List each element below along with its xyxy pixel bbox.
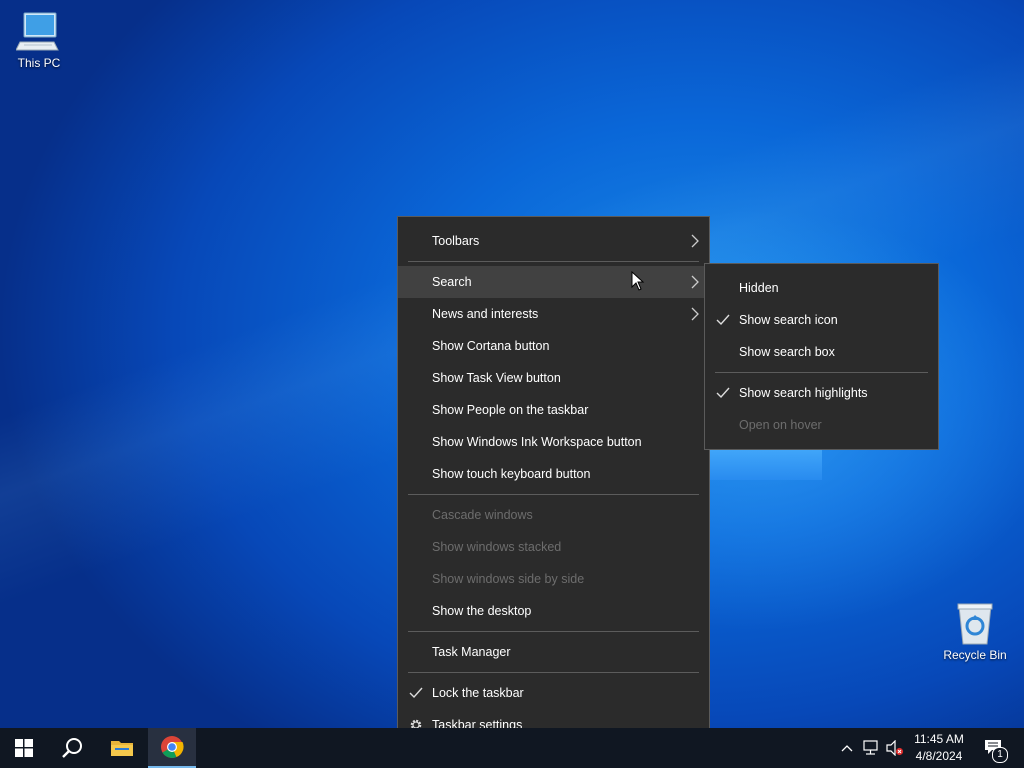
chevron-right-icon <box>691 307 699 321</box>
menu-item-label: Show search box <box>739 345 835 359</box>
menu-item-label: Task Manager <box>432 645 511 659</box>
menu-item-label: Show search icon <box>739 313 838 327</box>
menu-separator <box>715 372 928 373</box>
menu-item-label: Show the desktop <box>432 604 532 618</box>
checkmark-icon <box>716 387 730 399</box>
menu-item-label: Show touch keyboard button <box>432 467 591 481</box>
network-icon[interactable] <box>862 740 880 756</box>
menu-item-label: Show search highlights <box>739 386 868 400</box>
chrome-button[interactable] <box>148 728 196 768</box>
menu-item-search[interactable]: Search <box>398 266 709 298</box>
submenu-item-open-on-hover: Open on hover <box>705 409 938 441</box>
search-icon <box>62 738 82 758</box>
menu-item-task-manager[interactable]: Task Manager <box>398 636 709 668</box>
desktop-icon-label: Recycle Bin <box>943 648 1007 662</box>
menu-item-show-people[interactable]: Show People on the taskbar <box>398 394 709 426</box>
file-explorer-icon <box>111 741 133 756</box>
menu-item-label: Toolbars <box>432 234 480 248</box>
start-button[interactable] <box>0 728 48 768</box>
menu-separator <box>408 631 699 632</box>
windows-start-icon <box>15 739 33 757</box>
menu-item-show-windows-stacked: Show windows stacked <box>398 531 709 563</box>
menu-item-label: Show People on the taskbar <box>432 403 589 417</box>
computer-icon <box>16 12 59 51</box>
menu-item-label: Open on hover <box>739 418 822 432</box>
action-center-button[interactable]: 1 <box>978 728 1018 768</box>
menu-separator <box>408 494 699 495</box>
menu-item-show-the-desktop[interactable]: Show the desktop <box>398 595 709 627</box>
menu-separator <box>408 261 699 262</box>
notification-count: 1 <box>997 749 1003 760</box>
menu-item-show-windows-ink[interactable]: Show Windows Ink Workspace button <box>398 426 709 458</box>
search-button[interactable] <box>48 728 96 768</box>
taskbar: 11:45 AM 4/8/2024 1 <box>0 728 1024 768</box>
checkmark-icon <box>409 687 423 699</box>
menu-item-show-cortana-button[interactable]: Show Cortana button <box>398 330 709 362</box>
menu-item-label: Show Cortana button <box>432 339 550 353</box>
search-submenu: Hidden Show search icon Show search box … <box>704 263 939 450</box>
speaker-muted-icon[interactable] <box>886 740 904 756</box>
checkmark-icon <box>716 314 730 326</box>
desktop-icon-this-pc[interactable]: This PC <box>4 10 74 70</box>
clock-date: 4/8/2024 <box>915 749 963 763</box>
chevron-right-icon <box>691 234 699 248</box>
menu-item-label: Show Task View button <box>432 371 561 385</box>
clock-time: 11:45 AM <box>914 732 964 746</box>
menu-item-label: News and interests <box>432 307 539 321</box>
recycle-bin-icon <box>957 603 993 645</box>
submenu-item-show-search-box[interactable]: Show search box <box>705 336 938 368</box>
menu-item-label: Lock the taskbar <box>432 686 524 700</box>
menu-item-toolbars[interactable]: Toolbars <box>398 225 709 257</box>
menu-item-show-task-view-button[interactable]: Show Task View button <box>398 362 709 394</box>
menu-item-news-and-interests[interactable]: News and interests <box>398 298 709 330</box>
menu-item-label: Show windows side by side <box>432 572 585 586</box>
menu-item-label: Search <box>432 275 472 289</box>
menu-item-cascade-windows: Cascade windows <box>398 499 709 531</box>
submenu-item-show-search-highlights[interactable]: Show search highlights <box>705 377 938 409</box>
desktop-icon-recycle-bin[interactable]: Recycle Bin <box>940 602 1010 662</box>
chrome-icon <box>161 736 184 758</box>
menu-item-lock-the-taskbar[interactable]: Lock the taskbar <box>398 677 709 709</box>
submenu-item-show-search-icon[interactable]: Show search icon <box>705 304 938 336</box>
menu-item-label: Show Windows Ink Workspace button <box>432 435 642 449</box>
menu-item-show-touch-keyboard[interactable]: Show touch keyboard button <box>398 458 709 490</box>
taskbar-context-menu: Toolbars Search News and interests Show … <box>397 216 710 750</box>
mouse-cursor-icon <box>631 271 645 291</box>
menu-separator <box>408 672 699 673</box>
notification-count-badge: 1 <box>992 747 1008 763</box>
desktop-icon-label: This PC <box>17 56 61 70</box>
menu-item-label: Hidden <box>739 281 779 295</box>
menu-item-label: Show windows stacked <box>432 540 562 554</box>
chevron-up-icon[interactable] <box>840 743 854 753</box>
menu-item-show-windows-side-by-side: Show windows side by side <box>398 563 709 595</box>
menu-item-label: Cascade windows <box>432 508 533 522</box>
clock[interactable]: 11:45 AM 4/8/2024 <box>906 731 972 765</box>
file-explorer-button[interactable] <box>98 728 146 768</box>
submenu-item-hidden[interactable]: Hidden <box>705 272 938 304</box>
chevron-right-icon <box>691 275 699 289</box>
